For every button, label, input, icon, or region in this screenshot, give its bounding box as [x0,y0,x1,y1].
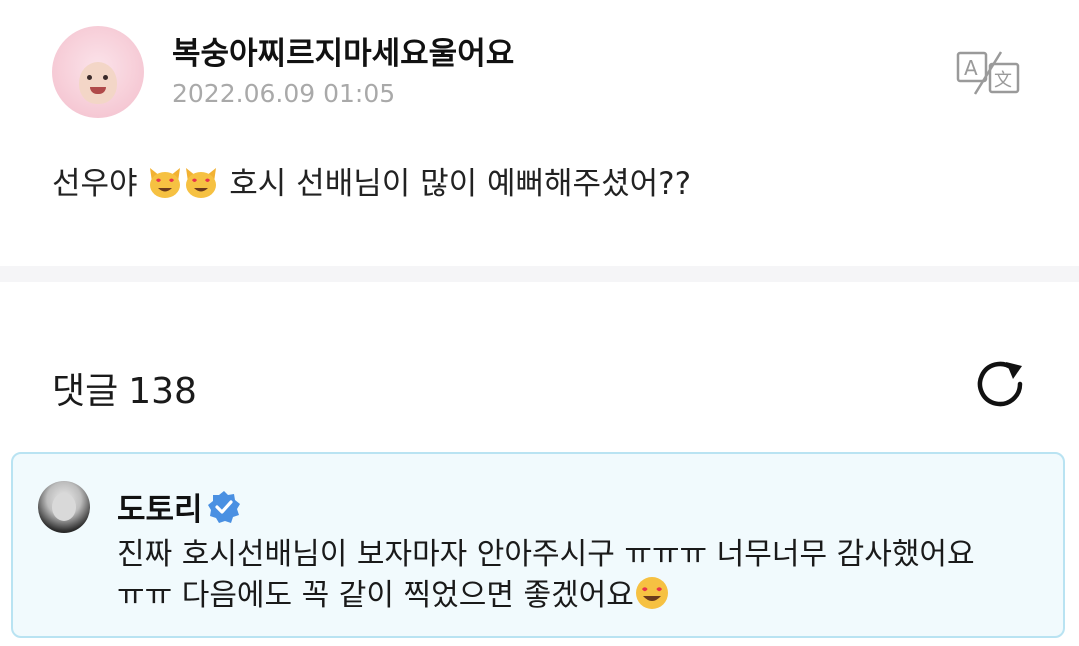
svg-text:文: 文 [994,70,1012,91]
svg-text:A: A [964,56,978,80]
post-card: 복숭아찌르지마세요울어요 2022.06.09 01:05 A 文 선우야 호시… [0,0,1079,266]
heart-eyes-emoji [635,577,668,609]
post-body-prefix: 선우야 [52,166,138,202]
refresh-icon[interactable] [972,356,1032,412]
verified-badge-icon [208,491,240,523]
commenter-avatar[interactable] [38,481,90,533]
heart-eyes-cat-emoji [186,168,217,198]
post-body-text: 호시 선배님이 많이 예뻐해주셨어?? [229,166,692,202]
comment-text-line: 진짜 호시선배님이 보자마자 안아주시구 ㅠㅠㅠ 너무너무 감사했어요 [117,537,975,572]
comments-count: 138 [128,371,197,412]
comment-text-line2: ㅠㅠ 다음에도 꼭 같이 찍었으면 좋겠어요 [117,578,634,613]
author-avatar[interactable] [52,26,144,118]
section-divider [0,266,1079,282]
comment-item[interactable]: 도토리 진짜 호시선배님이 보자마자 안아주시구 ㅠㅠㅠ 너무너무 감사했어요 … [11,452,1065,638]
comments-header: 댓글 138 [52,362,197,414]
post-body: 선우야 호시 선배님이 많이 예뻐해주셨어?? [52,158,691,203]
translate-icon[interactable]: A 文 [955,50,1023,96]
avatar-face [79,62,117,104]
post-timestamp: 2022.06.09 01:05 [172,79,396,108]
heart-eyes-cat-emoji [150,168,181,198]
comment-author-name[interactable]: 도토리 [117,484,203,529]
comment-text-line: ㅠㅠ 다음에도 꼭 같이 찍었으면 좋겠어요 [117,575,1047,616]
comments-label: 댓글 [52,371,119,412]
comment-text: 진짜 호시선배님이 보자마자 안아주시구 ㅠㅠㅠ 너무너무 감사했어요 ㅠㅠ 다… [117,534,1047,616]
post-author-name[interactable]: 복숭아찌르지마세요울어요 [172,28,514,73]
